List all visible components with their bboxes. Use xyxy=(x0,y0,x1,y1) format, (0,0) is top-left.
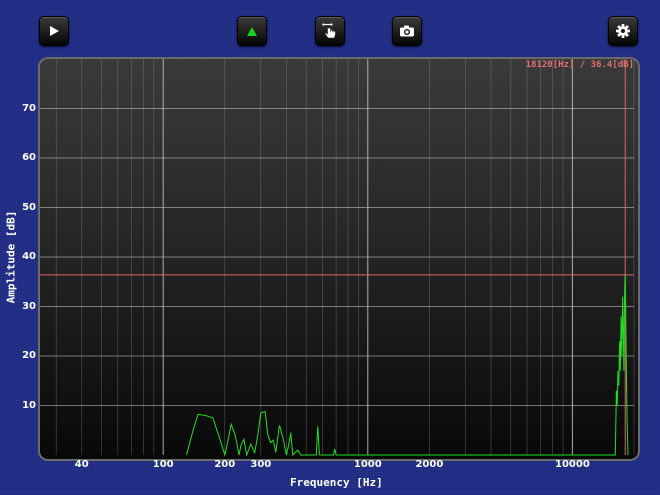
cursor-mode-button[interactable] xyxy=(315,16,345,46)
snapshot-button[interactable] xyxy=(392,16,422,46)
spectrum-chart[interactable] xyxy=(40,59,638,459)
play-button[interactable] xyxy=(39,16,69,46)
y-tick-label: 20 xyxy=(22,350,36,361)
camera-icon xyxy=(400,25,414,37)
y-tick-label: 10 xyxy=(22,399,36,411)
x-tick-label: 10000 xyxy=(555,459,590,470)
y-tick-label: 60 xyxy=(22,152,36,163)
gear-icon xyxy=(616,24,630,38)
x-tick-label: 200 xyxy=(214,459,236,470)
peak-marker-button[interactable] xyxy=(237,16,267,46)
x-tick-label: 300 xyxy=(250,459,272,470)
y-axis-title: Amplitude [dB] xyxy=(4,210,18,304)
hand-pointer-icon xyxy=(322,23,336,39)
x-tick-label: 2000 xyxy=(415,459,444,470)
cursor-readout: 18120[Hz] / 36.4[dB] xyxy=(525,60,634,70)
y-tick-label: 70 xyxy=(22,102,36,114)
x-tick-label: 40 xyxy=(74,459,89,470)
spectrum-plot[interactable] xyxy=(38,57,640,461)
green-triangle-icon xyxy=(247,27,257,36)
x-tick-label: 1000 xyxy=(353,459,382,470)
settings-button[interactable] xyxy=(608,16,638,46)
x-tick-label: 100 xyxy=(152,459,174,470)
spectrum-series-line xyxy=(186,274,629,457)
x-axis-title: Frequency [Hz] xyxy=(290,476,383,489)
play-icon xyxy=(50,26,59,36)
